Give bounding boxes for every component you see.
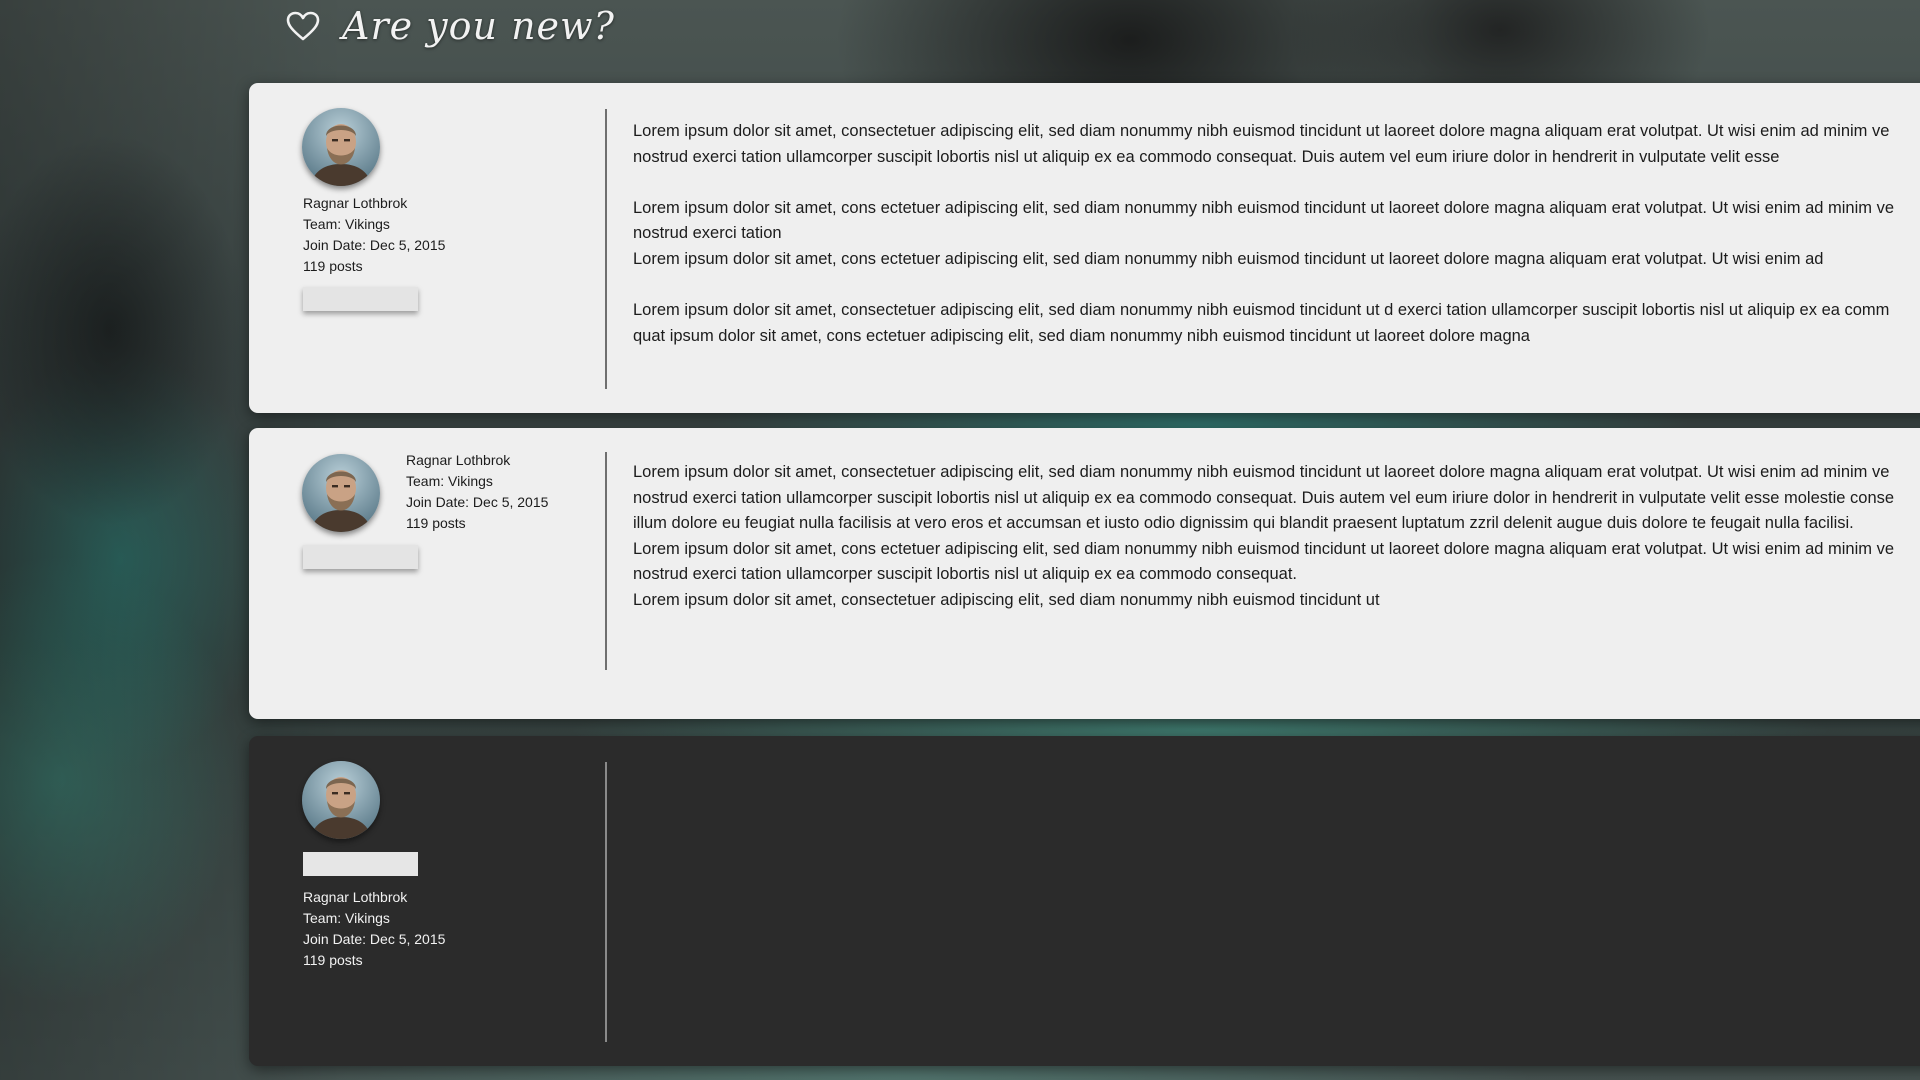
post-text-line: Lorem ipsum dolor sit amet, consectetuer… — [633, 122, 1890, 140]
post-text-line: nostrud exerci tation ullamcorper suscip… — [633, 565, 1298, 584]
user-action-button[interactable] — [303, 287, 418, 311]
user-join-date: Join Date: Dec 5, 2015 — [303, 237, 446, 253]
page: Are you new? Ragnar Lothbrok Team: Vikin… — [0, 0, 1920, 1080]
user-post-count: 119 posts — [303, 952, 363, 968]
username[interactable]: Ragnar Lothbrok — [303, 887, 445, 908]
post-text-line: quat ipsum dolor sit amet, cons ectetuer… — [633, 326, 1530, 345]
post-text-line: Lorem ipsum dolor sit amet, consectetuer… — [633, 463, 1890, 481]
post-body: Lorem ipsum dolor sit amet, consectetuer… — [633, 460, 1920, 614]
user-post-count: 119 posts — [303, 258, 363, 274]
user-action-button[interactable] — [303, 545, 418, 569]
user-team: Team: Vikings — [303, 910, 390, 926]
user-info: Ragnar Lothbrok Team: Vikings Join Date:… — [303, 193, 445, 277]
page-title: Are you new? — [342, 4, 615, 48]
post-card: Ragnar Lothbrok Team: Vikings Join Date:… — [249, 736, 1920, 1066]
divider — [605, 109, 607, 389]
divider — [605, 452, 607, 670]
user-join-date: Join Date: Dec 5, 2015 — [406, 494, 549, 510]
avatar[interactable] — [302, 761, 380, 839]
post-text-line: nostrud exerci tation ullamcorper suscip… — [633, 147, 1780, 166]
username[interactable]: Ragnar Lothbrok — [303, 193, 445, 214]
user-team: Team: Vikings — [406, 473, 493, 489]
post-text-line: nostrud exerci tation ullamcorper suscip… — [633, 488, 1895, 507]
post-card: Ragnar Lothbrok Team: Vikings Join Date:… — [249, 83, 1920, 413]
post-text-line: Lorem ipsum dolor sit amet, cons ectetue… — [633, 198, 1895, 217]
page-header: Are you new? — [286, 0, 615, 52]
heart-icon[interactable] — [286, 11, 320, 41]
post-text-line: nostrud exerci tation — [633, 224, 782, 243]
user-join-date: Join Date: Dec 5, 2015 — [303, 931, 446, 947]
username[interactable]: Ragnar Lothbrok — [406, 450, 548, 471]
post-card: Ragnar Lothbrok Team: Vikings Join Date:… — [249, 428, 1920, 719]
divider — [605, 762, 607, 1042]
post-body: Lorem ipsum dolor sit amet, consectetuer… — [633, 119, 1920, 349]
post-text-line: illum dolore eu feugiat nulla facilisis … — [633, 514, 1854, 533]
post-text-line: Lorem ipsum dolor sit amet, cons ectetue… — [633, 539, 1895, 558]
post-text-line: Lorem ipsum dolor sit amet, cons ectetue… — [633, 249, 1824, 268]
user-action-button[interactable] — [303, 852, 418, 876]
user-info: Ragnar Lothbrok Team: Vikings Join Date:… — [303, 887, 445, 971]
user-post-count: 119 posts — [406, 515, 466, 531]
avatar[interactable] — [302, 108, 380, 186]
post-text-line: Lorem ipsum dolor sit amet, consectetuer… — [633, 590, 1380, 609]
post-text-line: Lorem ipsum dolor sit amet, consectetuer… — [633, 301, 1890, 320]
user-team: Team: Vikings — [303, 216, 390, 232]
avatar[interactable] — [302, 454, 380, 532]
user-info: Ragnar Lothbrok Team: Vikings Join Date:… — [406, 450, 548, 534]
